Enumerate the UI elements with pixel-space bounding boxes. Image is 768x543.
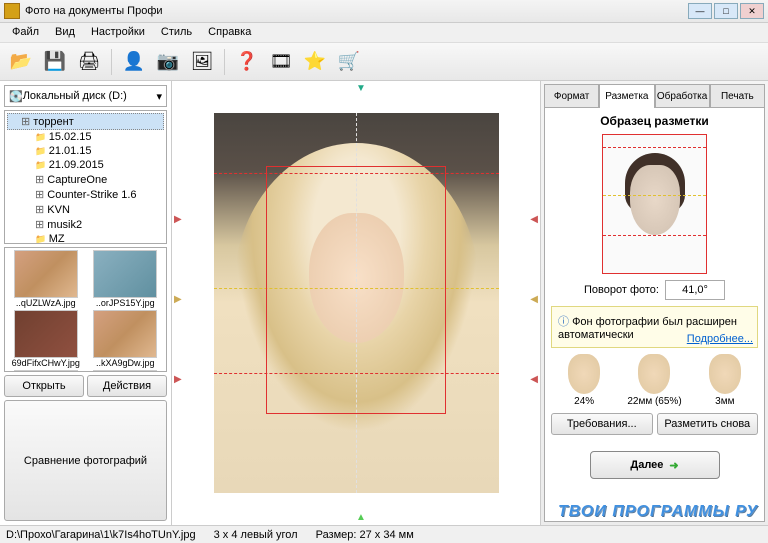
maximize-button[interactable]: □ [714,3,738,19]
sample-preview [602,134,707,274]
drive-label: Локальный диск (D:) [23,90,127,102]
marker-left[interactable]: ▶ [174,214,182,225]
thumbnail[interactable]: ..orJPS15Y.jpg [87,250,165,308]
metric-3: 3мм [692,354,758,407]
right-panel: Формат Разметка Обработка Печать Образец… [540,81,768,525]
marker-right[interactable]: ◀ [530,214,538,225]
crop-frame[interactable] [266,166,446,414]
marker-bottom[interactable]: ▲ [356,512,366,523]
status-path: D:\Прохо\Гагарина\1\k7Is4hoTUnY.jpg [6,529,196,541]
toolbar: 📂 💾 🖨 👤 📷 🖼 ❓ 🎞 ⭐ 🛒 [0,43,768,81]
marker-right3[interactable]: ◀ [530,374,538,385]
tab-format[interactable]: Формат [544,84,599,108]
close-button[interactable]: ✕ [740,3,764,19]
thumbnail[interactable]: ..kXA9gDw.jpg [87,310,165,368]
cart-icon[interactable]: 🛒 [334,47,364,77]
titlebar: Фото на документы Профи — □ ✕ [0,0,768,23]
help-icon[interactable]: ❓ [232,47,262,77]
tree-item[interactable]: MZ [21,232,164,244]
menu-view[interactable]: Вид [47,23,83,42]
video-icon[interactable]: 🎞 [266,47,296,77]
actions-button[interactable]: Действия [87,375,167,397]
menu-style[interactable]: Стиль [153,23,200,42]
window-title: Фото на документы Профи [25,5,163,17]
status-corner: 3 x 4 левый угол [214,529,298,541]
remark-button[interactable]: Разметить снова [657,413,759,435]
thumbnail-grid: ..qUZLWzA.jpg ..orJPS15Y.jpg 69dFifxCHwY… [4,247,167,372]
notice: ⓘ Фон фотографии был расширен автоматиче… [551,306,758,348]
thumbnail[interactable]: ..qUZLWzA.jpg [7,250,85,308]
thumbnail[interactable]: 69dFifxCHwY.jpg [7,310,85,368]
marker-left3[interactable]: ▶ [174,374,182,385]
menu-help[interactable]: Справка [200,23,259,42]
save-icon[interactable]: 💾 [40,47,70,77]
canvas[interactable]: ▼ ▲ ▶ ◀ ▶ ◀ ▶ ◀ [172,81,540,525]
star-icon[interactable]: ⭐ [300,47,330,77]
metric-1: 24% [551,354,617,407]
tab-process[interactable]: Обработка [655,84,710,108]
tree-item[interactable]: musik2 [21,217,164,232]
marker-top[interactable]: ▼ [356,83,366,94]
photo-preview [214,113,499,493]
open-folder-icon[interactable]: 📂 [6,47,36,77]
sample-title: Образец разметки [600,114,709,128]
compare-button[interactable]: Сравнение фотографий [4,400,167,521]
open-button[interactable]: Открыть [4,375,84,397]
tree-item[interactable]: 15.02.15 [21,130,164,144]
sidebar: 💽 Локальный диск (D:) торрент 15.02.15 2… [0,81,172,525]
app-icon [4,3,20,19]
menubar: Файл Вид Настройки Стиль Справка [0,23,768,43]
menu-file[interactable]: Файл [4,23,47,42]
webcam-icon[interactable]: 🖼 [187,47,217,77]
status-size: Размер: 27 x 34 мм [316,529,414,541]
print-icon[interactable]: 🖨 [74,47,104,77]
more-link[interactable]: Подробнее... [687,333,753,345]
requirements-button[interactable]: Требования... [551,413,653,435]
rotate-label: Поворот фото: [584,284,659,296]
minimize-button[interactable]: — [688,3,712,19]
statusbar: D:\Прохо\Гагарина\1\k7Is4hoTUnY.jpg 3 x … [0,525,768,543]
tab-print[interactable]: Печать [710,84,765,108]
tree-item[interactable]: KVN [21,202,164,217]
watermark: ТВОИ ПРОГРАММЫ РУ [558,503,758,521]
person-icon[interactable]: 👤 [119,47,149,77]
tree-item[interactable]: 21.01.15 [21,144,164,158]
folder-tree[interactable]: торрент 15.02.15 21.01.15 21.09.2015 Cap… [4,110,167,244]
thumbnail[interactable]: coreldeaq-2.jpg [7,370,85,372]
marker-left2[interactable]: ▶ [174,294,182,305]
marker-right2[interactable]: ◀ [530,294,538,305]
rotate-input[interactable] [665,280,725,300]
next-button[interactable]: Далее [590,451,720,479]
camera-icon[interactable]: 📷 [153,47,183,77]
menu-settings[interactable]: Настройки [83,23,153,42]
tree-item[interactable]: 21.09.2015 [21,158,164,172]
tree-item[interactable]: CaptureOne [21,172,164,187]
drive-select[interactable]: 💽 Локальный диск (D:) [4,85,167,107]
metric-2: 22мм (65%) [621,354,687,407]
tab-markup[interactable]: Разметка [599,84,654,108]
thumbnail[interactable]: e4Izc-e6n-s.jpg [87,370,165,372]
tree-root[interactable]: торрент [7,113,164,130]
tree-item[interactable]: Counter-Strike 1.6 [21,187,164,202]
